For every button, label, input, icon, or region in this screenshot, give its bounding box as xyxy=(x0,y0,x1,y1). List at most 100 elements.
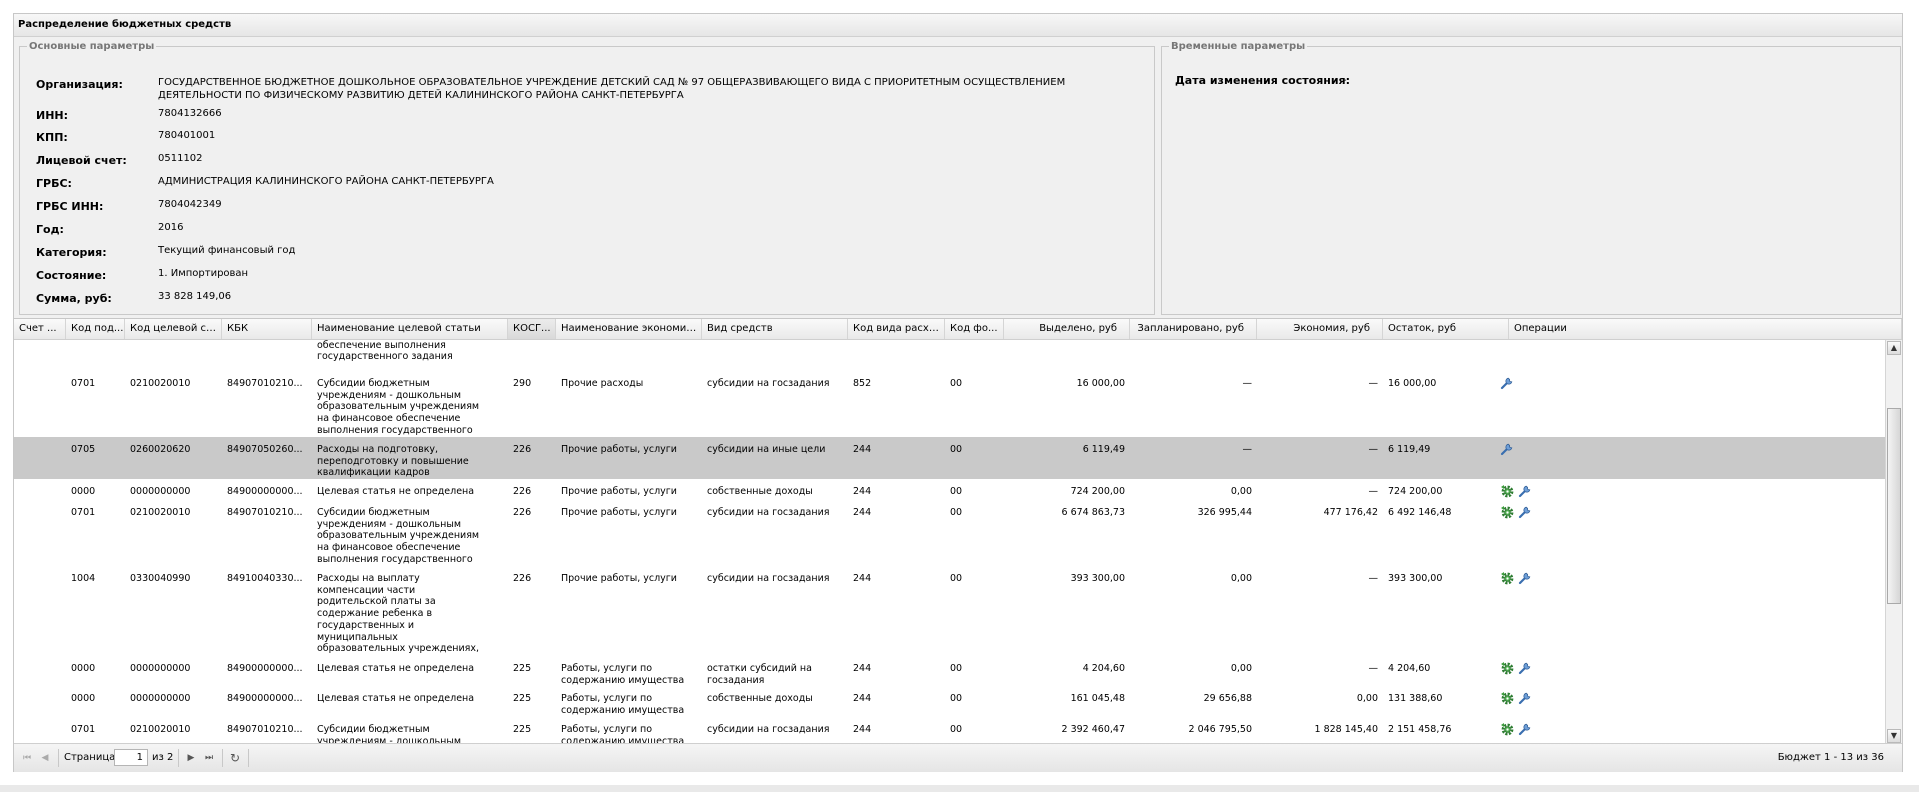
column-header[interactable]: Код под... xyxy=(66,319,125,339)
table-cell: — xyxy=(1368,444,1379,455)
table-cell: 84907010210... xyxy=(227,507,303,518)
scroll-up-icon[interactable]: ▲ xyxy=(1887,341,1901,355)
budget-grid: Счет ... Код под... Код целевой ст... КБК На… xyxy=(14,318,1902,744)
table-row[interactable]: 1004 0330040990 84910040330... Расходы на в… xyxy=(14,566,1886,701)
wrench-icon[interactable] xyxy=(1518,484,1532,498)
column-header[interactable]: КОСГ... xyxy=(508,319,556,339)
param-value: 780401001 xyxy=(158,130,216,141)
table-cell: 0210020010 xyxy=(130,378,191,389)
gear-icon[interactable] xyxy=(1500,661,1514,675)
table-cell: 244 xyxy=(853,507,872,518)
table-cell: 84907010210... xyxy=(227,378,303,389)
column-header[interactable]: Вид средств xyxy=(702,319,848,339)
column-header[interactable]: Операции xyxy=(1509,319,1902,339)
table-cell: 226 xyxy=(513,444,532,455)
row-operations xyxy=(1500,505,1536,519)
first-page-icon[interactable]: ⏮ xyxy=(20,751,34,765)
table-cell: 6 119,49 xyxy=(1082,444,1125,455)
table-cell: 0330040990 xyxy=(130,573,191,584)
refresh-icon[interactable]: ↻ xyxy=(228,751,242,765)
table-cell: субсидии на госзадания xyxy=(707,378,830,389)
table-cell: 0,00 xyxy=(1230,573,1252,584)
table-cell: 225 xyxy=(513,663,532,674)
table-row[interactable]: 0705 0260020620 84907050260... Расходы на п… xyxy=(14,437,1886,480)
table-cell: Прочие работы, услуги xyxy=(561,486,677,497)
table-cell: 00 xyxy=(950,444,963,455)
table-cell: Прочие расходы xyxy=(561,378,644,389)
column-header[interactable]: Экономия, руб xyxy=(1257,319,1383,339)
gear-icon[interactable] xyxy=(1500,691,1514,705)
pager-separator xyxy=(222,749,223,767)
column-header[interactable]: Наименование целевой статьи xyxy=(312,319,508,339)
table-cell: 84900000000... xyxy=(227,693,303,704)
table-cell: 724 200,00 xyxy=(1070,486,1125,497)
vertical-scrollbar[interactable]: ▲ ▼ xyxy=(1885,340,1902,744)
table-cell: 290 xyxy=(513,378,532,389)
table-row[interactable]: 0000 0000000000 84900000000... Целевая стат… xyxy=(14,479,1886,501)
table-cell: 326 995,44 xyxy=(1197,507,1252,518)
table-cell: 0000 xyxy=(71,486,96,497)
page-of-label: из 2 xyxy=(152,752,174,763)
paging-info: Бюджет 1 - 13 из 36 xyxy=(1777,752,1884,763)
table-row[interactable]: 0701 0210020010 84907010210... Субсидии бюд… xyxy=(14,371,1886,448)
table-cell: 244 xyxy=(853,573,872,584)
prev-page-icon[interactable]: ◀ xyxy=(38,751,52,765)
table-cell: Субсидии бюджетным учреждениям - дошколь… xyxy=(317,724,461,744)
column-header[interactable]: Код целевой ст... xyxy=(125,319,222,339)
table-cell: 0701 xyxy=(71,724,96,735)
pager-separator xyxy=(58,749,59,767)
table-cell: 225 xyxy=(513,693,532,704)
gear-icon[interactable] xyxy=(1500,571,1514,585)
table-cell: — xyxy=(1242,378,1253,389)
wrench-icon[interactable] xyxy=(1500,442,1514,456)
wrench-icon[interactable] xyxy=(1518,505,1532,519)
table-cell: 6 492 146,48 xyxy=(1388,507,1452,518)
column-header[interactable]: Запланировано, руб xyxy=(1130,319,1257,339)
table-row[interactable]: 0000 0000000000 84900000000... Целевая стат… xyxy=(14,656,1886,687)
column-header[interactable]: Выделено, руб xyxy=(1004,319,1130,339)
wrench-icon[interactable] xyxy=(1518,661,1532,675)
column-header[interactable]: Счет ... xyxy=(14,319,66,339)
table-row[interactable]: учреждениям на финансовое обеспечение вы… xyxy=(14,340,1886,372)
table-cell: 226 xyxy=(513,573,532,584)
wrench-icon[interactable] xyxy=(1500,376,1514,390)
page-label: Страница xyxy=(64,752,116,763)
table-cell: 6 119,49 xyxy=(1388,444,1431,455)
page-number-input[interactable] xyxy=(114,749,148,766)
column-header[interactable]: Остаток, руб xyxy=(1383,319,1509,339)
param-label: Лицевой счет: xyxy=(36,154,127,167)
table-cell: 0000000000 xyxy=(130,663,191,674)
column-header[interactable]: Код фо... xyxy=(945,319,1004,339)
scroll-thumb[interactable] xyxy=(1887,408,1901,604)
table-cell: 84910040330... xyxy=(227,573,303,584)
scroll-down-icon[interactable]: ▼ xyxy=(1887,729,1901,743)
table-cell: 00 xyxy=(950,573,963,584)
table-cell: 0701 xyxy=(71,507,96,518)
wrench-icon[interactable] xyxy=(1518,691,1532,705)
last-page-icon[interactable]: ⏭ xyxy=(202,751,216,765)
table-row[interactable]: 0701 0210020010 84907010210... Субсидии бюд… xyxy=(14,500,1886,577)
param-value: ГОСУДАРСТВЕННОЕ БЮДЖЕТНОЕ ДОШКОЛЬНОЕ ОБР… xyxy=(158,77,1066,101)
param-label: Состояние: xyxy=(36,269,107,282)
wrench-icon[interactable] xyxy=(1518,571,1532,585)
table-row[interactable]: 0701 0210020010 84907010210... Субсидии бюд… xyxy=(14,717,1886,744)
table-cell: 0705 xyxy=(71,444,96,455)
wrench-icon[interactable] xyxy=(1518,722,1532,736)
gear-icon[interactable] xyxy=(1500,505,1514,519)
table-cell: Целевая статья не определена xyxy=(317,663,475,674)
table-cell: 0,00 xyxy=(1356,693,1378,704)
column-header[interactable]: КБК xyxy=(222,319,312,339)
table-cell: 244 xyxy=(853,444,872,455)
column-header[interactable]: Наименование экономич... xyxy=(556,319,702,339)
grid-body[interactable]: учреждениям на финансовое обеспечение вы… xyxy=(14,340,1886,744)
param-label: ГРБС ИНН: xyxy=(36,200,104,213)
table-cell: 2 392 460,47 xyxy=(1061,724,1125,735)
row-operations xyxy=(1500,376,1518,390)
budget-distribution-panel: Распределение бюджетных средств Основные… xyxy=(13,13,1903,772)
next-page-icon[interactable]: ▶ xyxy=(184,751,198,765)
column-header[interactable]: Код вида расхо... xyxy=(848,319,945,339)
param-label: ГРБС: xyxy=(36,177,72,190)
table-row[interactable]: 0000 0000000000 84900000000... Целевая стат… xyxy=(14,686,1886,718)
gear-icon[interactable] xyxy=(1500,722,1514,736)
gear-icon[interactable] xyxy=(1500,484,1514,498)
